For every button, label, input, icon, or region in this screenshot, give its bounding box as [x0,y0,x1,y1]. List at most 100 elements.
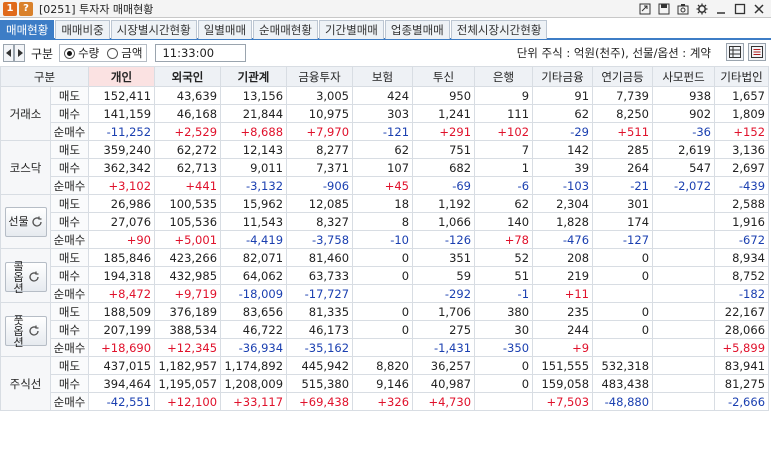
cell-investment-trust: 1,192 [412,194,476,213]
tab-net-trading[interactable]: 순매매현황 [253,20,318,39]
cell-bank: -350 [474,338,534,357]
header-other-corp[interactable]: 기타법인 [714,66,770,87]
group-cell[interactable]: 풋옵션 [0,302,51,357]
row-label: 매수 [49,266,90,285]
cell-insurance: 0 [352,320,414,339]
cell-bank: -6 [474,176,534,195]
radio-amount-dot[interactable] [107,47,119,59]
header-private-fund[interactable]: 사모펀드 [652,66,716,87]
grid-settings-icon [751,46,763,58]
radio-quantity[interactable]: 수량 [64,45,99,61]
cell-bank: 62 [474,194,534,213]
cell-other-finance: +11 [532,284,594,303]
header-financial-investment[interactable]: 금융투자 [286,66,354,87]
cell-insurance: 62 [352,140,414,159]
cell-other-finance: 91 [532,86,594,105]
cell-pension: 7,739 [592,86,654,105]
cell-pension: 483,438 [592,374,654,393]
capture-icon[interactable] [676,2,689,15]
cell-investment-trust: -292 [412,284,476,303]
radio-quantity-dot[interactable] [64,47,76,59]
cell-pension: +511 [592,122,654,141]
cell-private-fund [652,212,716,231]
cell-investment-trust: 351 [412,248,476,267]
time-input[interactable]: 11:33:00 [155,44,247,62]
next-arrow-button[interactable] [14,44,25,62]
tab-period-trading[interactable]: 기간별매매 [318,20,384,39]
tab-all-market-time[interactable]: 전체시장시간현황 [450,20,548,39]
header-foreign[interactable]: 외국인 [154,66,222,87]
cell-investment-trust: -69 [412,176,476,195]
close-icon[interactable] [752,2,765,15]
table-row: 순매수 +3,102 +441 -3,132 -906 +45 -69 -6 -103 -21 -2… [1,176,770,195]
row-label: 순매수 [49,122,90,141]
cell-investment-trust: 1,241 [412,104,476,123]
radio-amount[interactable]: 금액 [107,45,142,61]
maximize-icon[interactable] [733,2,746,15]
header-insurance[interactable]: 보험 [352,66,414,87]
header-pension[interactable]: 연기금등 [592,66,654,87]
cell-other-finance: -29 [532,122,594,141]
cell-institution: 12,143 [220,140,288,159]
cell-investment-trust: 40,987 [412,374,476,393]
header-institution[interactable]: 기관계 [220,66,288,87]
header-individual[interactable]: 개인 [88,66,156,87]
grid-settings-button[interactable] [748,43,766,61]
header-investment-trust[interactable]: 투신 [412,66,476,87]
header-bank[interactable]: 은행 [474,66,534,87]
cell-insurance: 0 [352,248,414,267]
group-cell: 거래소 [0,86,51,141]
prev-arrow-button[interactable] [3,44,14,62]
cell-foreign: +5,001 [154,230,222,249]
settings-icon[interactable] [695,2,708,15]
tab-daily-trading[interactable]: 일별매매 [197,20,253,39]
save-icon[interactable] [657,2,670,15]
triangle-left-icon [5,49,11,57]
group-refresh-button[interactable]: 선물 [4,206,47,237]
cell-private-fund [652,248,716,267]
window-number-badge[interactable]: 1 [3,1,17,16]
link-icon[interactable] [638,2,651,15]
cell-other-finance: +7,503 [532,392,594,411]
group-refresh-button[interactable]: 풋옵션 [4,315,47,348]
cell-insurance: 303 [352,104,414,123]
tab-market-time-status[interactable]: 시장별시간현황 [110,20,197,39]
cell-other-corp: 8,934 [714,248,770,267]
table-view-button[interactable] [726,43,744,61]
cell-pension: 301 [592,194,654,213]
cell-bank: 140 [474,212,534,231]
group-refresh-button[interactable]: 콜옵션 [4,261,47,294]
cell-insurance: -121 [352,122,414,141]
cell-foreign: 62,713 [154,158,222,177]
cell-bank [474,392,534,411]
tab-bar: 매매현황 매매비중 시장별시간현황 일별매매 순매매현황 기간별매매 업종별매매… [0,20,771,40]
minimize-icon[interactable] [714,2,727,15]
tab-trading-ratio[interactable]: 매매비중 [55,20,110,39]
tab-sector-trading[interactable]: 업종별매매 [384,20,450,39]
cell-institution: 21,844 [220,104,288,123]
cell-private-fund [652,194,716,213]
group-cell[interactable]: 콜옵션 [0,248,51,303]
tab-trading-status[interactable]: 매매현황 [0,20,55,39]
cell-foreign: 62,272 [154,140,222,159]
cell-other-corp: 22,167 [714,302,770,321]
cell-bank: 1 [474,158,534,177]
help-badge[interactable]: ? [19,1,33,16]
cell-investment-trust: 59 [412,266,476,285]
table-row: 순매수 -11,252 +2,529 +8,688 +7,970 -121 +291 +102… [1,122,770,141]
cell-financial-investment: 81,460 [286,248,354,267]
cell-private-fund: 902 [652,104,716,123]
table-row: 선물 매도 26,986 100,535 15,962 12,085 18 1,192 62 2,… [0,194,770,249]
cell-individual: 26,986 [88,194,156,213]
cell-insurance: 0 [352,266,414,285]
cell-other-finance: 151,555 [532,356,594,375]
cell-financial-investment: -3,758 [286,230,354,249]
cell-other-finance: 39 [532,158,594,177]
header-other-finance[interactable]: 기타금융 [532,66,594,87]
cell-investment-trust: 751 [412,140,476,159]
cell-financial-investment: 10,975 [286,104,354,123]
cell-pension: 0 [592,320,654,339]
group-cell[interactable]: 선물 [0,194,51,249]
refresh-icon [28,325,39,336]
cell-bank: 7 [474,140,534,159]
